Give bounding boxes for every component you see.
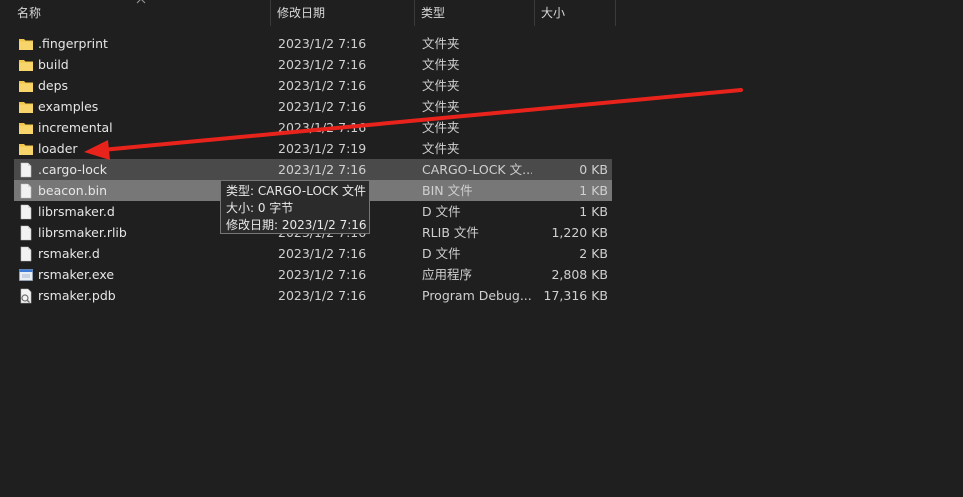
folder-icon [18, 99, 34, 115]
file-type: D 文件 [422, 246, 461, 261]
file-date: 2023/1/2 7:16 [278, 57, 367, 72]
folder-icon [18, 36, 34, 52]
file-size: 1,220 KB [551, 225, 608, 240]
file-type: D 文件 [422, 204, 461, 219]
folder-icon [18, 141, 34, 157]
exe-icon [18, 267, 34, 283]
file-date: 2023/1/2 7:16 [278, 36, 367, 51]
column-header-size[interactable]: 大小 [535, 0, 616, 26]
file-date: 2023/1/2 7:16 [278, 162, 367, 177]
file-type: CARGO-LOCK 文... [422, 162, 532, 177]
file-type: 文件夹 [422, 78, 460, 93]
pdb-icon [18, 288, 34, 304]
file-size: 0 KB [579, 162, 608, 177]
file-size: 2 KB [579, 246, 608, 261]
list-item[interactable]: .cargo-lock 2023/1/2 7:16 CARGO-LOCK 文..… [14, 159, 612, 180]
file-name: deps [38, 78, 69, 93]
folder-icon [18, 57, 34, 73]
file-explorer-list: 名称 修改日期 类型 大小 .fingerprint 2023/1/2 7:16… [0, 0, 963, 497]
tooltip-size: 大小: 0 字节 [226, 201, 294, 215]
file-date: 2023/1/2 7:16 [278, 246, 367, 261]
file-size: 17,316 KB [543, 288, 608, 303]
file-name: rsmaker.pdb [38, 288, 116, 303]
file-icon [18, 204, 34, 220]
file-icon [18, 162, 34, 178]
list-item[interactable]: incremental 2023/1/2 7:16 文件夹 [14, 117, 612, 138]
file-date: 2023/1/2 7:16 [278, 120, 367, 135]
tooltip-type: 类型: CARGO-LOCK 文件 [226, 184, 366, 198]
file-size: 2,808 KB [551, 267, 608, 282]
list-item[interactable]: build 2023/1/2 7:16 文件夹 [14, 54, 612, 75]
file-name: loader [38, 141, 78, 156]
file-name: incremental [38, 120, 113, 135]
file-date: 2023/1/2 7:19 [278, 141, 367, 156]
file-type: 文件夹 [422, 57, 460, 72]
column-header-date[interactable]: 修改日期 [271, 0, 415, 26]
file-name: .cargo-lock [38, 162, 107, 177]
file-size: 1 KB [579, 183, 608, 198]
file-type: 文件夹 [422, 36, 460, 51]
tooltip-date: 修改日期: 2023/1/2 7:16 [226, 218, 367, 232]
file-size: 1 KB [579, 204, 608, 219]
file-name: examples [38, 99, 99, 114]
file-date: 2023/1/2 7:16 [278, 99, 367, 114]
list-item[interactable]: loader 2023/1/2 7:19 文件夹 [14, 138, 612, 159]
file-date: 2023/1/2 7:16 [278, 267, 367, 282]
file-name: rsmaker.d [38, 246, 100, 261]
file-info-tooltip: 类型: CARGO-LOCK 文件 大小: 0 字节 修改日期: 2023/1/… [220, 180, 370, 234]
file-icon [18, 183, 34, 199]
column-header-type[interactable]: 类型 [415, 0, 535, 26]
list-item[interactable]: examples 2023/1/2 7:16 文件夹 [14, 96, 612, 117]
file-type: BIN 文件 [422, 183, 473, 198]
file-date: 2023/1/2 7:16 [278, 288, 367, 303]
file-name: build [38, 57, 69, 72]
file-type: Program Debug... [422, 288, 532, 303]
sort-ascending-icon [136, 0, 146, 4]
folder-icon [18, 120, 34, 136]
list-item[interactable]: rsmaker.d 2023/1/2 7:16 D 文件 2 KB [14, 243, 612, 264]
file-type: 文件夹 [422, 141, 460, 156]
list-item[interactable]: rsmaker.pdb 2023/1/2 7:16 Program Debug.… [14, 285, 612, 306]
file-date: 2023/1/2 7:16 [278, 78, 367, 93]
file-type: 文件夹 [422, 99, 460, 114]
list-item[interactable]: .fingerprint 2023/1/2 7:16 文件夹 [14, 33, 612, 54]
file-name: rsmaker.exe [38, 267, 115, 282]
list-item[interactable]: deps 2023/1/2 7:16 文件夹 [14, 75, 612, 96]
file-type: RLIB 文件 [422, 225, 479, 240]
file-icon [18, 246, 34, 262]
file-type: 应用程序 [422, 267, 473, 282]
file-type: 文件夹 [422, 120, 460, 135]
column-header: 名称 修改日期 类型 大小 [0, 0, 616, 26]
file-icon [18, 225, 34, 241]
folder-icon [18, 78, 34, 94]
list-item[interactable]: rsmaker.exe 2023/1/2 7:16 应用程序 2,808 KB [14, 264, 612, 285]
file-name: .fingerprint [38, 36, 108, 51]
